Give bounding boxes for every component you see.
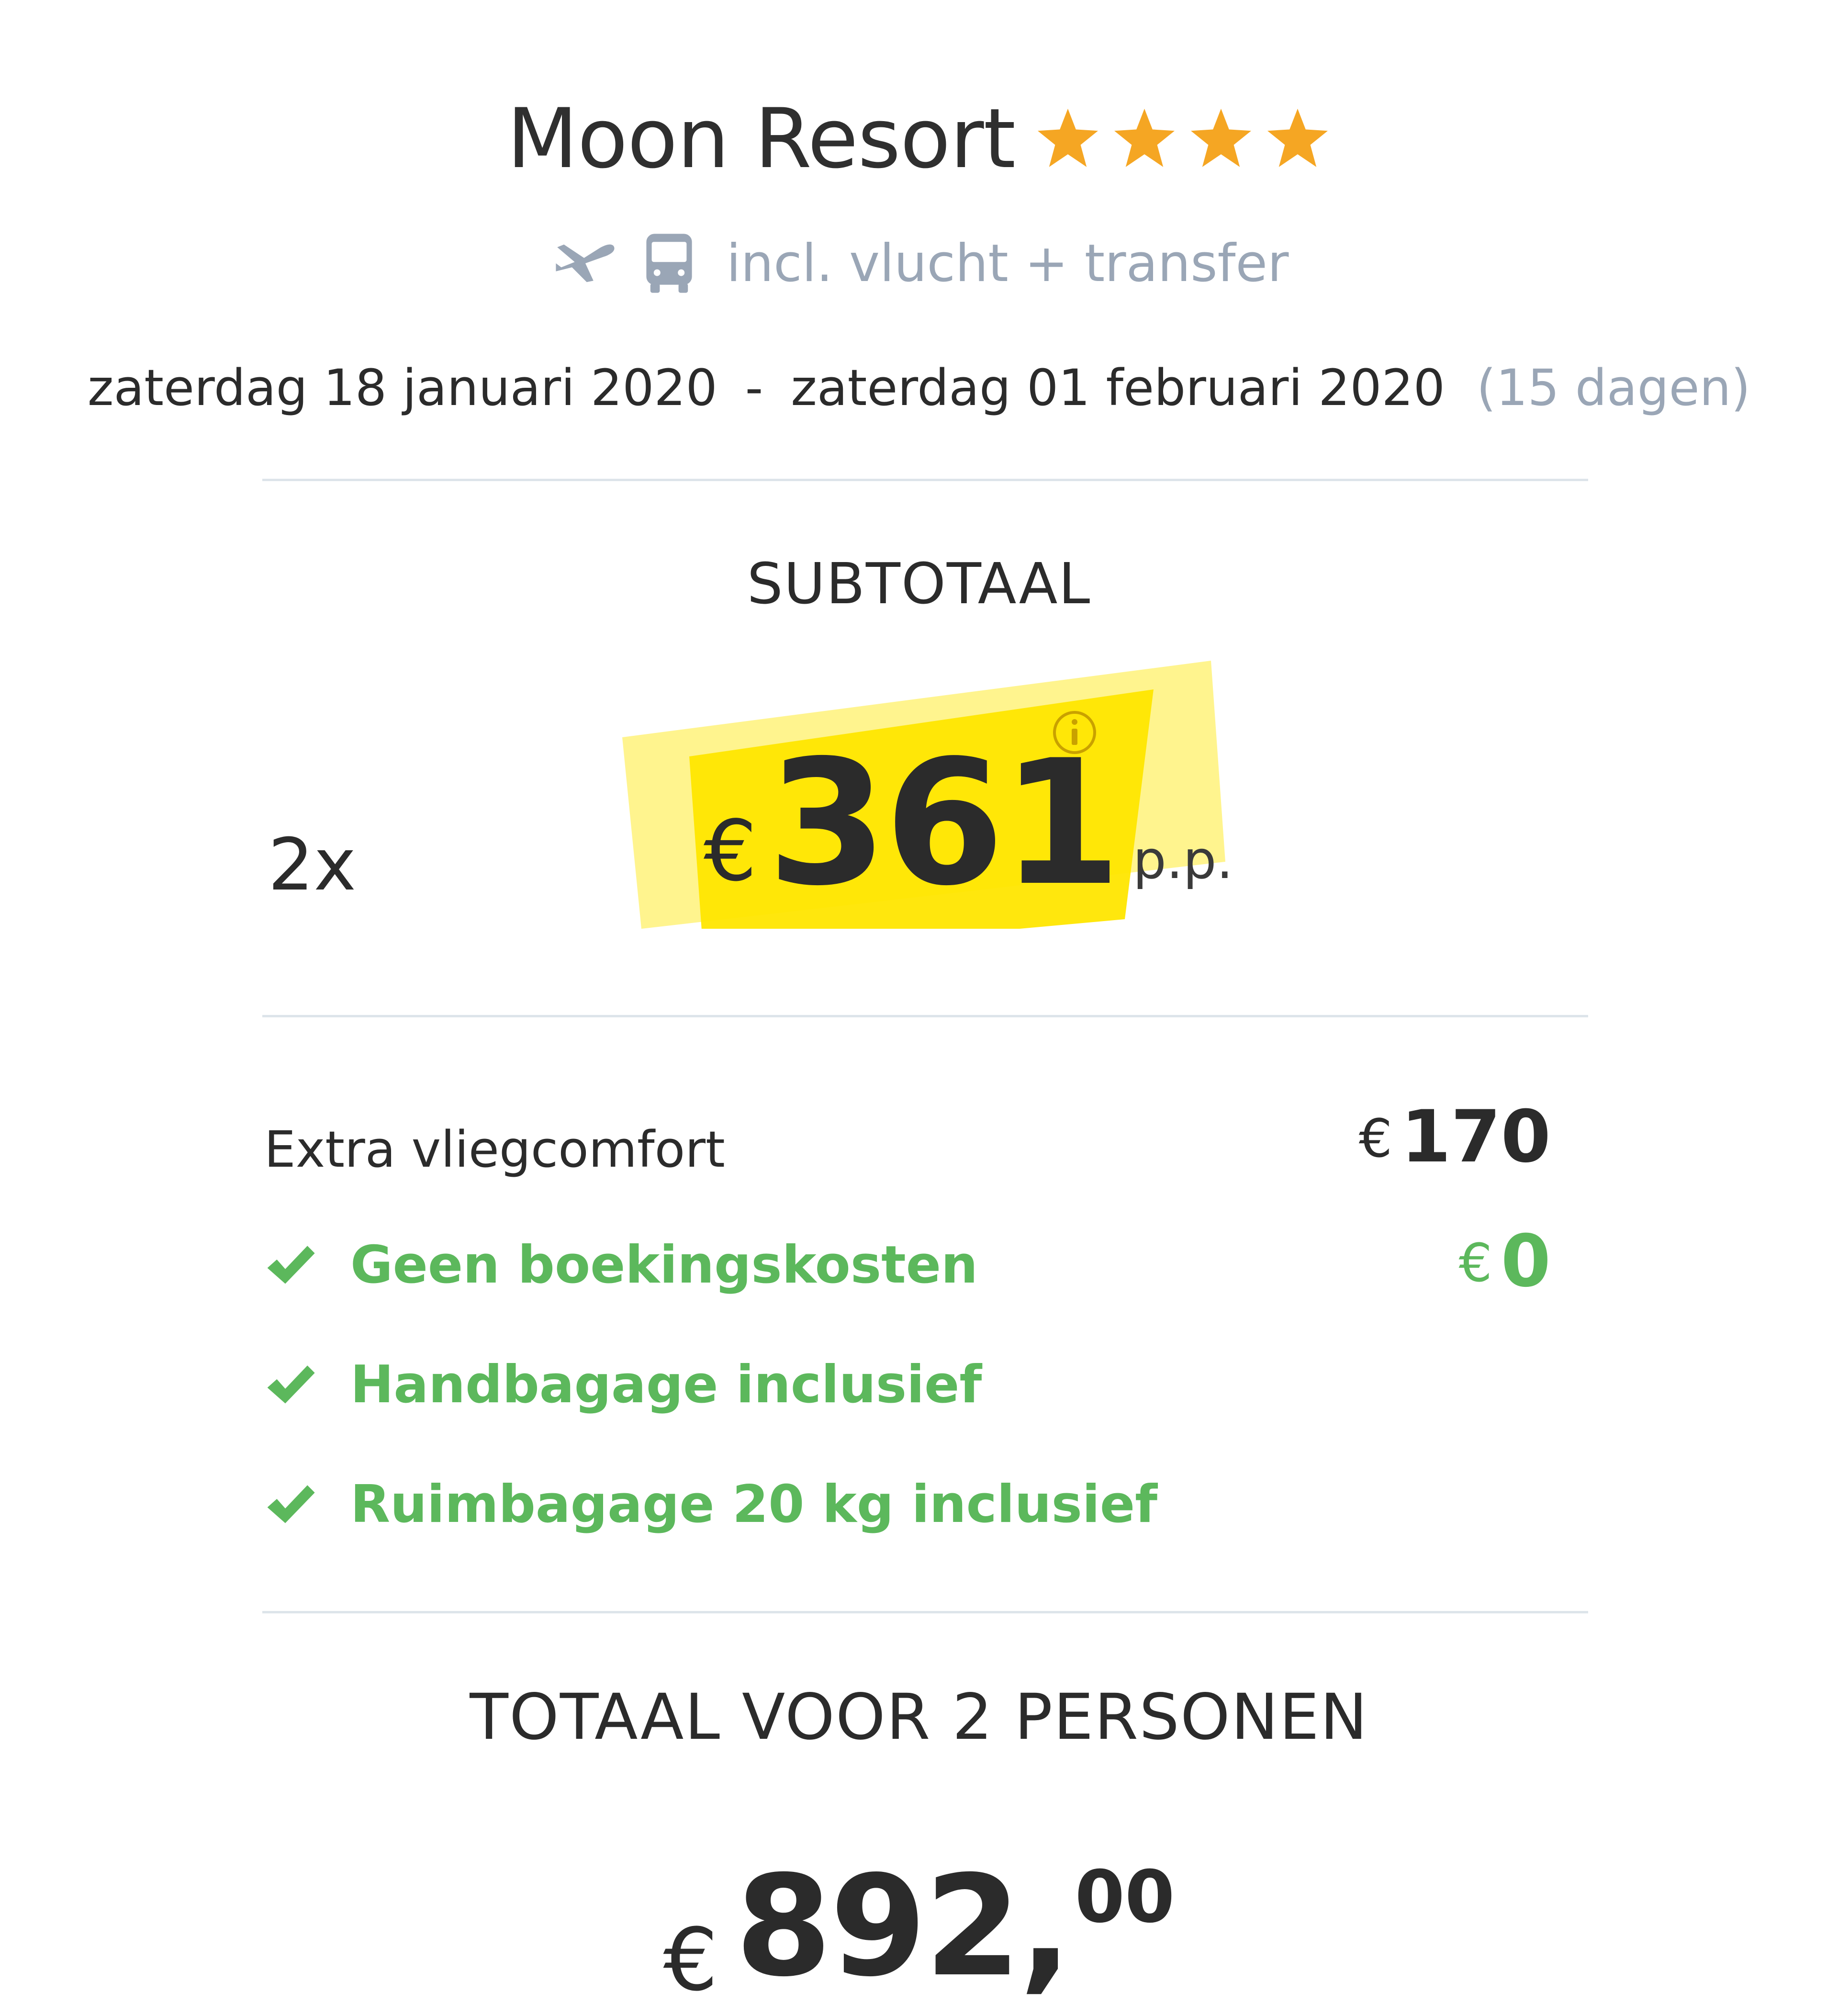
flight-comfort-label: Extra vliegcomfort — [264, 1120, 725, 1179]
star-rating — [1034, 105, 1331, 172]
divider — [262, 1015, 1588, 1017]
trip-duration: (15 dagen) — [1476, 359, 1751, 417]
start-date: zaterdag 18 januari 2020 — [87, 359, 717, 417]
total-amount: 892, — [735, 1846, 1072, 2007]
booking-fee-label: Geen boekingskosten — [350, 1235, 978, 1295]
booking-fee-amount: 0 — [1501, 1220, 1551, 1303]
hold-luggage-item: Ruimbagage 20 kg inclusief — [264, 1475, 1157, 1534]
star-icon — [1034, 105, 1101, 172]
booking-fee-price: € 0 — [1459, 1226, 1551, 1297]
total-label: TOTAAL VOOR 2 PERSONEN — [470, 1680, 1368, 1754]
includes-text: incl. vlucht + transfer — [726, 233, 1289, 293]
check-icon — [264, 1481, 317, 1529]
hotel-name: Moon Resort — [506, 90, 1016, 187]
hold-luggage-label: Ruimbagage 20 kg inclusief — [350, 1475, 1158, 1534]
travel-dates: zaterdag 18 januari 2020 - zaterdag 01 f… — [0, 354, 1838, 421]
check-icon — [264, 1241, 317, 1289]
star-icon — [1264, 105, 1331, 172]
traveler-count: 2x — [268, 823, 357, 907]
flight-comfort-price: € 170 — [1359, 1101, 1551, 1173]
per-person-suffix: p.p. — [1132, 829, 1233, 890]
total-price: € 892, 00 — [0, 1838, 1838, 2010]
star-icon — [1188, 105, 1255, 172]
subtotal-label: SUBTOTAAL — [747, 551, 1091, 617]
total-currency: € — [663, 1910, 718, 2010]
includes-row: incl. vlucht + transfer — [0, 225, 1838, 302]
price-per-person: € 361 p.p. — [704, 737, 1233, 910]
price-currency: € — [704, 803, 757, 900]
booking-fee-item: Geen boekingskosten — [264, 1235, 978, 1295]
check-icon — [264, 1361, 317, 1409]
booking-fee-currency: € — [1458, 1232, 1492, 1294]
date-separator: - — [745, 359, 763, 417]
total-decimals: 00 — [1075, 1856, 1175, 1939]
hand-luggage-label: Handbagage inclusief — [350, 1355, 982, 1415]
flight-comfort-amount: 170 — [1401, 1095, 1551, 1179]
hotel-title-row: Moon Resort — [0, 72, 1838, 206]
divider — [262, 1611, 1588, 1613]
bus-icon — [640, 230, 698, 297]
hand-luggage-item: Handbagage inclusief — [264, 1355, 982, 1415]
star-icon — [1111, 105, 1178, 172]
plane-icon — [549, 230, 621, 297]
end-date: zaterdag 01 februari 2020 — [791, 359, 1445, 417]
divider — [262, 479, 1588, 481]
price-amount: 361 — [767, 723, 1121, 924]
flight-comfort-currency: € — [1358, 1108, 1392, 1169]
